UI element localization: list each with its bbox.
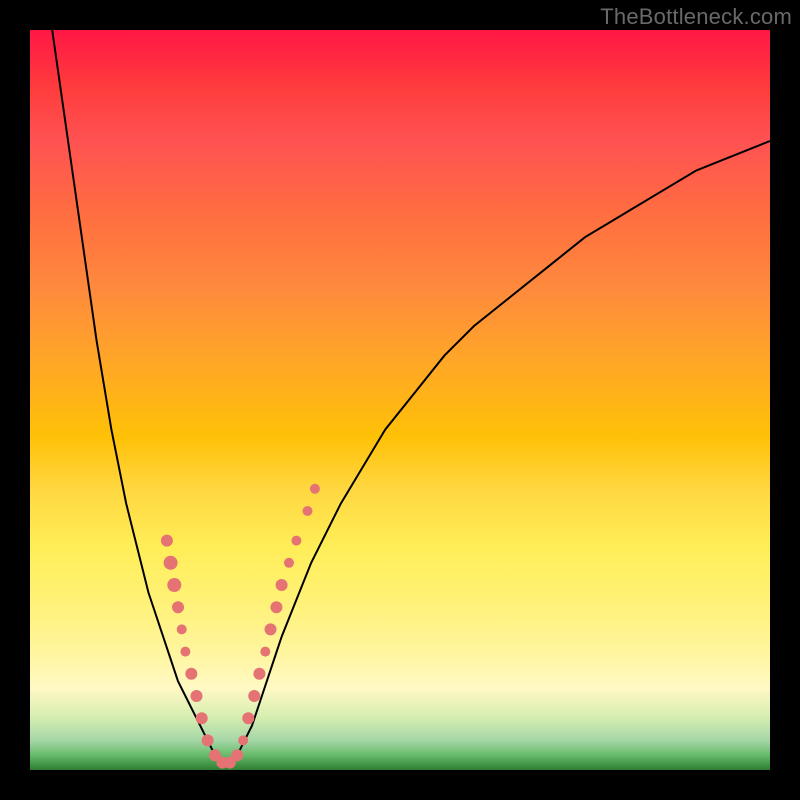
- curve-left-curve: [52, 30, 222, 763]
- data-marker: [185, 668, 197, 680]
- data-marker: [265, 623, 277, 635]
- data-marker: [260, 647, 270, 657]
- data-marker: [167, 578, 181, 592]
- data-marker: [161, 535, 173, 547]
- chart-svg: [30, 30, 770, 770]
- data-marker: [180, 647, 190, 657]
- data-marker: [303, 506, 313, 516]
- data-marker: [164, 556, 178, 570]
- data-marker: [284, 558, 294, 568]
- plot-area: [30, 30, 770, 770]
- data-marker: [291, 536, 301, 546]
- marker-group: [161, 484, 320, 769]
- data-marker: [231, 749, 243, 761]
- data-marker: [270, 601, 282, 613]
- data-marker: [191, 690, 203, 702]
- data-marker: [248, 690, 260, 702]
- data-marker: [253, 668, 265, 680]
- data-marker: [172, 601, 184, 613]
- data-marker: [177, 624, 187, 634]
- watermark-text: TheBottleneck.com: [600, 4, 792, 30]
- curve-group: [52, 30, 770, 763]
- data-marker: [196, 712, 208, 724]
- data-marker: [276, 579, 288, 591]
- data-marker: [202, 734, 214, 746]
- curve-right-curve: [230, 141, 770, 763]
- data-marker: [238, 735, 248, 745]
- chart-container: TheBottleneck.com: [0, 0, 800, 800]
- data-marker: [310, 484, 320, 494]
- data-marker: [242, 712, 254, 724]
